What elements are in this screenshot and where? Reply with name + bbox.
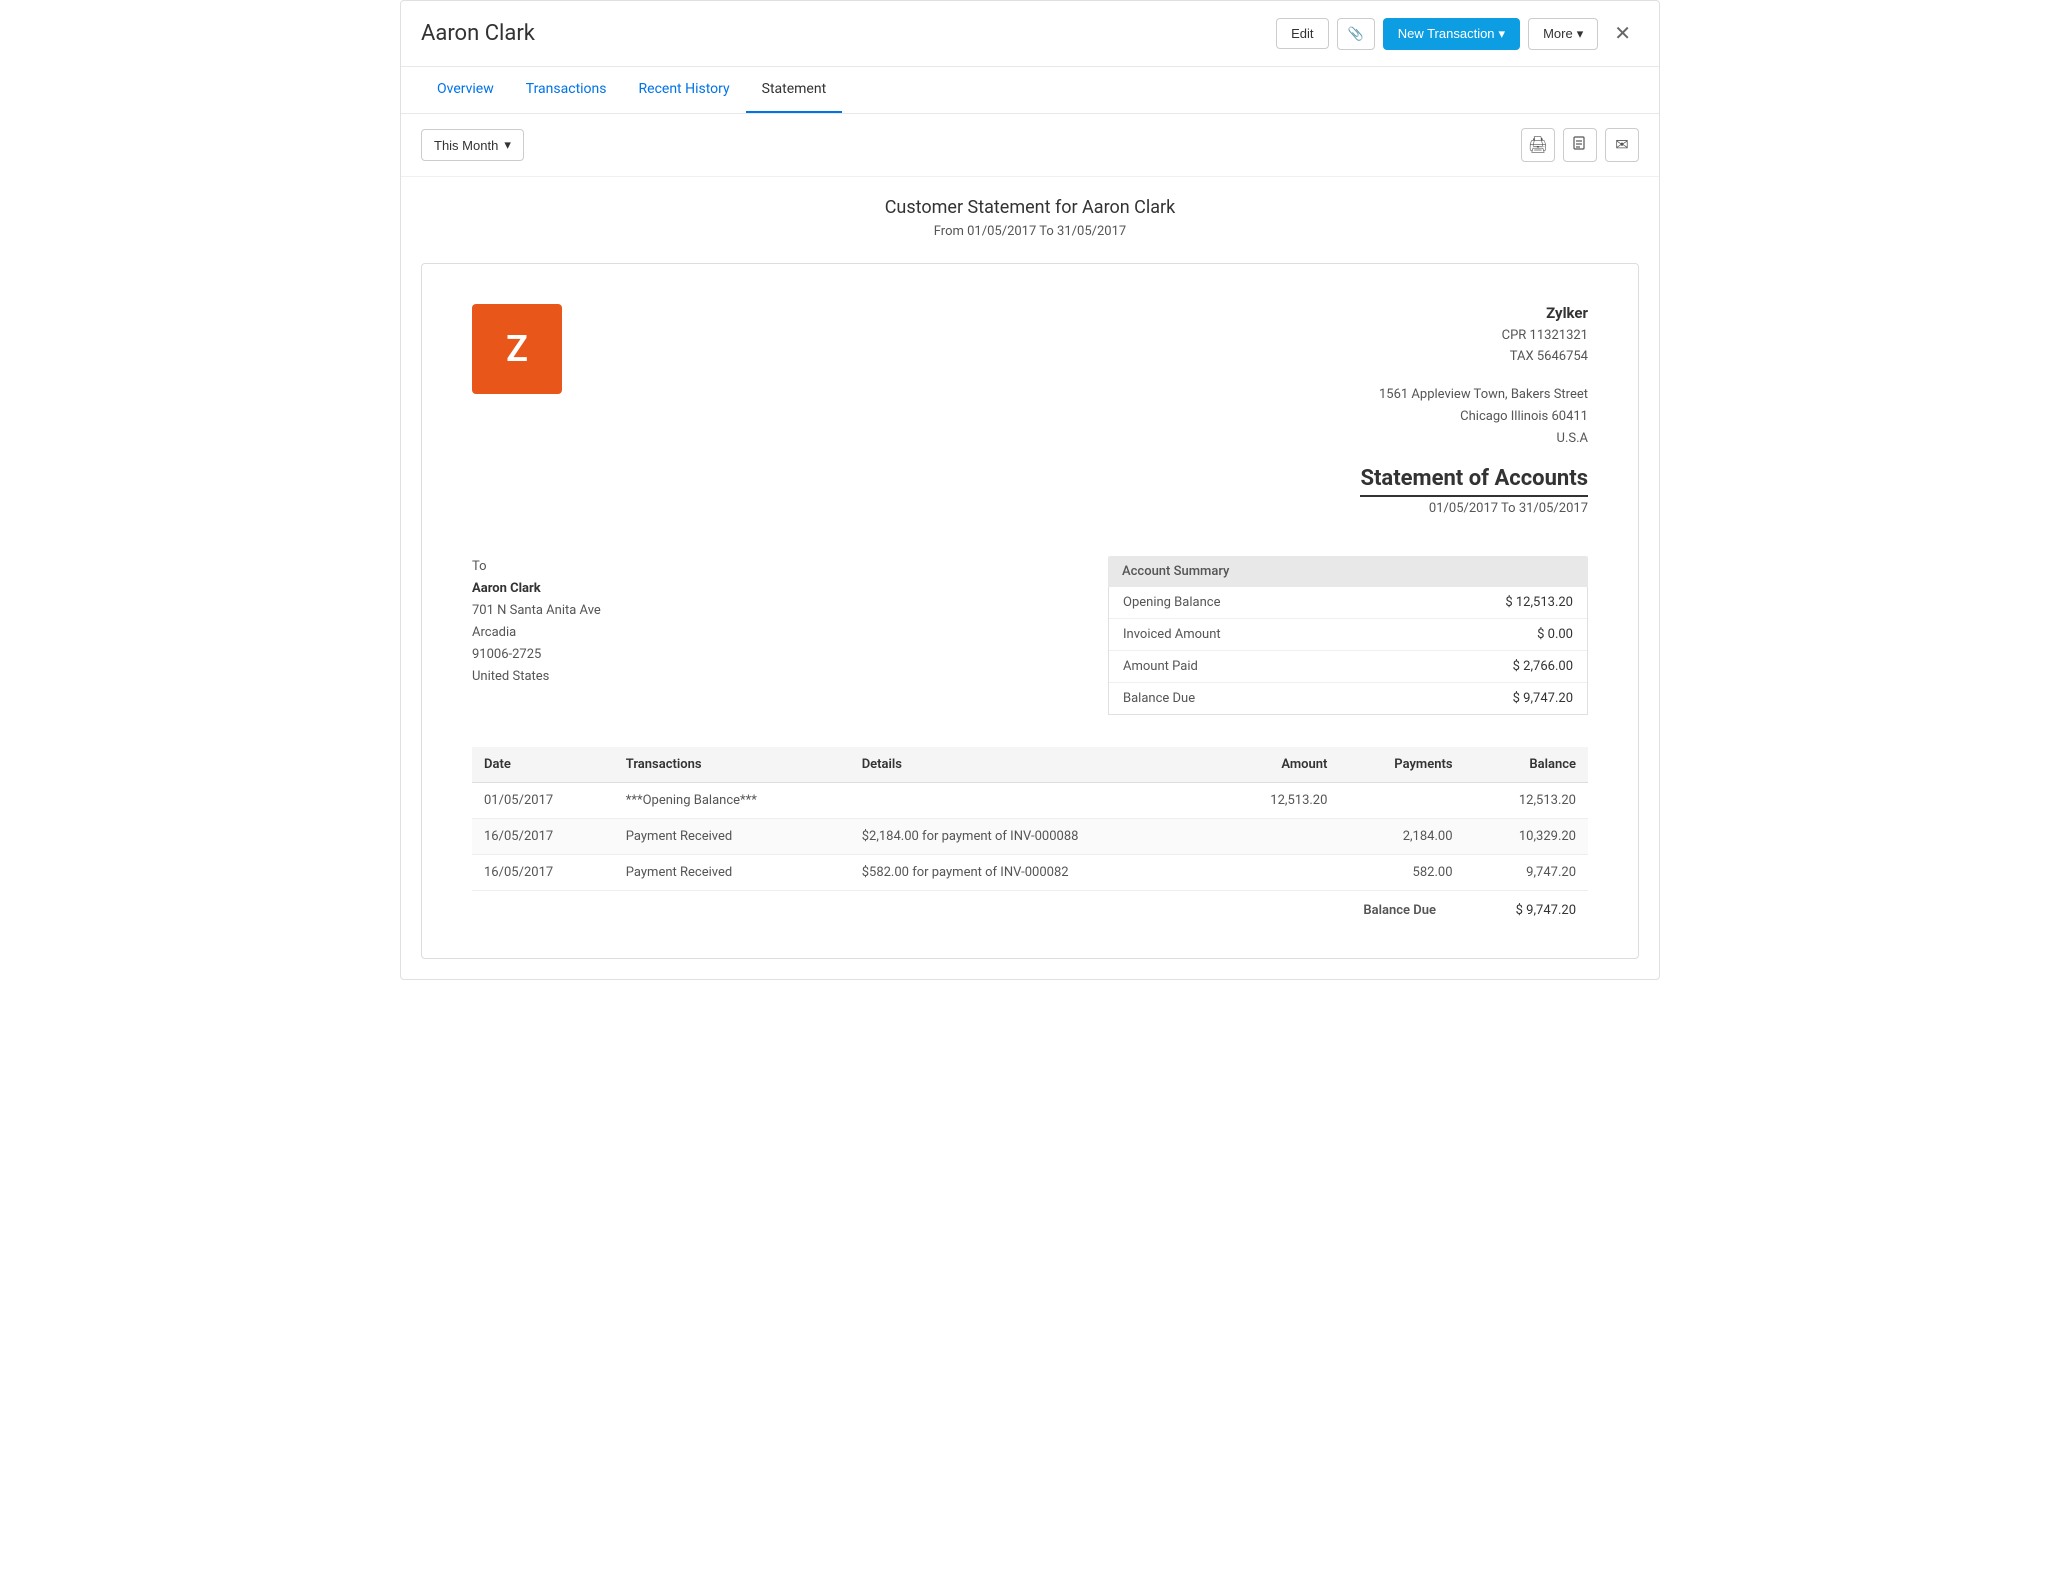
row-payments: 582.00 (1339, 854, 1464, 890)
row-date: 16/05/2017 (472, 854, 614, 890)
more-button[interactable]: More ▾ (1528, 18, 1598, 50)
row-balance: 9,747.20 (1465, 854, 1588, 890)
company-logo: Z (472, 304, 562, 394)
company-info: Zylker CPR 11321321 TAX 5646754 1561 App… (1360, 304, 1588, 516)
tab-bar: Overview Transactions Recent History Sta… (401, 67, 1659, 114)
email-button[interactable]: ✉ (1605, 128, 1639, 162)
statement-of-accounts-title: Statement of Accounts (1360, 466, 1588, 491)
row-transaction: Payment Received (614, 854, 850, 890)
statement-document: Z Zylker CPR 11321321 TAX 5646754 1561 A… (421, 263, 1639, 959)
statement-date-range: From 01/05/2017 To 31/05/2017 (421, 224, 1639, 239)
row-details: $2,184.00 for payment of INV-000088 (850, 818, 1216, 854)
chevron-down-icon: ▾ (504, 137, 511, 153)
download-icon (1572, 135, 1588, 156)
col-date: Date (472, 747, 614, 783)
page-title: Aaron Clark (421, 21, 535, 46)
row-details (850, 782, 1216, 818)
new-transaction-button[interactable]: New Transaction ▾ (1383, 18, 1520, 50)
toolbar-right: 🖨 ✉ (1521, 128, 1639, 162)
row-amount (1216, 818, 1339, 854)
row-date: 16/05/2017 (472, 818, 614, 854)
summary-row-opening: Opening Balance $ 12,513.20 (1109, 587, 1587, 619)
balance-due-footer: Balance Due $ 9,747.20 (472, 891, 1588, 918)
header-actions: Edit 📎 New Transaction ▾ More ▾ ✕ (1276, 17, 1639, 50)
statement-wrapper: Customer Statement for Aaron Clark From … (401, 177, 1659, 979)
toolbar-left: This Month ▾ (421, 129, 524, 161)
tab-statement[interactable]: Statement (746, 67, 843, 113)
row-amount: 12,513.20 (1216, 782, 1339, 818)
statement-dates: 01/05/2017 To 31/05/2017 (1360, 501, 1588, 516)
summary-row-invoiced: Invoiced Amount $ 0.00 (1109, 619, 1587, 651)
account-summary: Account Summary Opening Balance $ 12,513… (1108, 556, 1588, 715)
summary-row-balance-due: Balance Due $ 9,747.20 (1109, 683, 1587, 714)
attach-icon: 📎 (1348, 26, 1364, 42)
print-icon: 🖨 (1528, 135, 1548, 155)
account-summary-header: Account Summary (1108, 556, 1588, 587)
row-details: $582.00 for payment of INV-000082 (850, 854, 1216, 890)
statement-divider (1360, 495, 1588, 497)
account-summary-rows: Opening Balance $ 12,513.20 Invoiced Amo… (1108, 587, 1588, 715)
col-balance: Balance (1465, 747, 1588, 783)
company-name: Zylker (1360, 304, 1588, 322)
tab-recent-history[interactable]: Recent History (623, 67, 746, 113)
chevron-down-icon: ▾ (1499, 26, 1506, 42)
row-amount (1216, 854, 1339, 890)
company-cpr: CPR 11321321 (1360, 326, 1588, 347)
close-button[interactable]: ✕ (1606, 17, 1639, 50)
transaction-table: Date Transactions Details Amount Payment… (472, 747, 1588, 891)
new-transaction-label: New Transaction (1398, 26, 1495, 41)
header: Aaron Clark Edit 📎 New Transaction ▾ Mor… (401, 1, 1659, 67)
table-header-row: Date Transactions Details Amount Payment… (472, 747, 1588, 783)
row-transaction: Payment Received (614, 818, 850, 854)
table-row: 01/05/2017 ***Opening Balance*** 12,513.… (472, 782, 1588, 818)
edit-button[interactable]: Edit (1276, 18, 1328, 49)
row-payments: 2,184.00 (1339, 818, 1464, 854)
attach-button[interactable]: 📎 (1337, 18, 1375, 50)
row-date: 01/05/2017 (472, 782, 614, 818)
row-transaction: ***Opening Balance*** (614, 782, 850, 818)
tab-overview[interactable]: Overview (421, 67, 510, 113)
period-label: This Month (434, 138, 498, 153)
statement-header: Customer Statement for Aaron Clark From … (421, 197, 1639, 239)
row-balance: 10,329.20 (1465, 818, 1588, 854)
balance-due-value: $ 9,747.20 (1496, 903, 1576, 918)
balance-due-label: Balance Due (1363, 903, 1436, 918)
toolbar: This Month ▾ 🖨 ✉ (401, 114, 1659, 177)
row-payments (1339, 782, 1464, 818)
period-dropdown[interactable]: This Month ▾ (421, 129, 524, 161)
email-icon: ✉ (1615, 135, 1628, 155)
print-button[interactable]: 🖨 (1521, 128, 1555, 162)
col-transactions: Transactions (614, 747, 850, 783)
doc-top: Z Zylker CPR 11321321 TAX 5646754 1561 A… (472, 304, 1588, 516)
col-details: Details (850, 747, 1216, 783)
doc-middle: To Aaron Clark 701 N Santa Anita Ave Arc… (472, 556, 1588, 715)
doc-to: To Aaron Clark 701 N Santa Anita Ave Arc… (472, 556, 601, 689)
download-button[interactable] (1563, 128, 1597, 162)
col-payments: Payments (1339, 747, 1464, 783)
summary-row-paid: Amount Paid $ 2,766.00 (1109, 651, 1587, 683)
statement-heading: Customer Statement for Aaron Clark (421, 197, 1639, 218)
customer-name: Aaron Clark (472, 578, 601, 600)
table-row: 16/05/2017 Payment Received $2,184.00 fo… (472, 818, 1588, 854)
company-tax: TAX 5646754 (1360, 347, 1588, 368)
tab-transactions[interactable]: Transactions (510, 67, 623, 113)
table-row: 16/05/2017 Payment Received $582.00 for … (472, 854, 1588, 890)
company-address: 1561 Appleview Town, Bakers Street Chica… (1360, 384, 1588, 450)
col-amount: Amount (1216, 747, 1339, 783)
row-balance: 12,513.20 (1465, 782, 1588, 818)
chevron-down-icon: ▾ (1577, 26, 1584, 42)
